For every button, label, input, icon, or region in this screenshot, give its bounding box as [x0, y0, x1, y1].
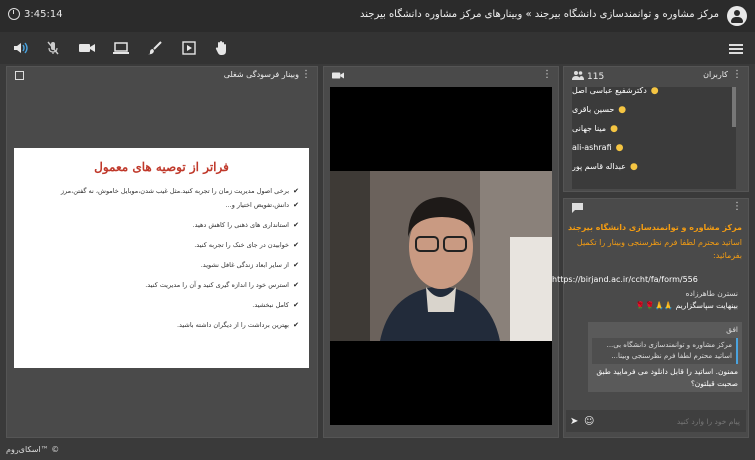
room-title: مرکز مشاوره و توانمندسازی دانشگاه بیرجند…: [360, 9, 719, 20]
announcement-title: مرکز مشاوره و توانمندسازی دانشگاه بیرجند: [568, 223, 742, 232]
slide-bullet: استرس خود را اندازه گیری کنید و آن را مد…: [26, 278, 299, 292]
list-item[interactable]: ● دکترشفیع عباسی اصل: [572, 87, 736, 100]
user-icon: ●: [618, 104, 627, 115]
top-bar: 3:45:14 مرکز مشاوره و توانمندسازی دانشگا…: [0, 0, 755, 32]
users-scrollbar[interactable]: [732, 87, 736, 127]
slide-bullet: بهترین برداشت را از دیگران داشته باشید.: [26, 318, 299, 332]
slide-bullets: برخی اصول مدیریت زمان را تجربه کنید.مثل …: [26, 184, 299, 332]
account-icon[interactable]: [727, 6, 747, 26]
video-more-icon[interactable]: ⋮: [542, 70, 552, 80]
session-clock: 3:45:14: [8, 8, 63, 20]
users-count-group: 115: [572, 70, 604, 83]
user-icon: ●: [610, 123, 618, 134]
chat-more-icon[interactable]: ⋮: [732, 202, 742, 212]
footer-brand: اسکای‌روم™ ©: [6, 445, 60, 454]
slide-bullet: خوابیدن در جای خنک را تجربه کنید.: [26, 238, 299, 252]
slide-bullet: استانداری های ذهنی را کاهش دهید.: [26, 218, 299, 232]
users-list: ● دکترشفیع عباسی اصل ● حسین باقری ● مینا…: [572, 87, 736, 189]
video-header: ⋮: [324, 67, 558, 85]
slide-bullet: از سایر ابعاد زندگی غافل نشوید.: [26, 258, 299, 272]
chat-quote: مرکز مشاوره و توانمندسازی دانشگاه بی... …: [592, 338, 738, 364]
chat-text: ممنون. اساتید را قابل دانلود می فرمایید …: [596, 367, 738, 388]
presentation-more-icon[interactable]: ⋮: [301, 70, 311, 80]
mic-muted-icon[interactable]: [44, 40, 62, 56]
user-icon: ●: [650, 87, 659, 96]
video-camera-icon: [332, 71, 344, 82]
users-more-icon[interactable]: ⋮: [732, 70, 742, 80]
chat-header: ⋮: [564, 199, 748, 217]
users-header: 115 کاربران ⋮: [564, 67, 748, 85]
chat-input[interactable]: [598, 412, 746, 430]
chat-message: نسترن طاهرزاده بینهایت سپاسگزاریم 🙏🙏🌹🌹: [566, 288, 742, 312]
brush-icon[interactable]: [146, 40, 164, 56]
slide-bullet: دانش،تفویض اختیار و...: [26, 198, 299, 212]
clock-icon: [8, 8, 20, 20]
chat-message: افق مرکز مشاوره و توانمندسازی دانشگاه بی…: [588, 322, 742, 392]
chat-input-bar: ➤ ☺: [566, 410, 746, 432]
chat-text: بینهایت سپاسگزاریم 🙏🙏🌹🌹: [635, 301, 738, 310]
list-item[interactable]: ● حسین باقری: [572, 100, 736, 119]
camera-icon[interactable]: [78, 40, 96, 56]
presentation-slide: فراتر از توصیه های معمول برخی اصول مدیری…: [14, 148, 309, 368]
media-icon[interactable]: [180, 40, 198, 56]
list-item[interactable]: ● عبداله قاسم پور: [572, 157, 736, 176]
user-name: مینا جهانی: [572, 124, 607, 133]
quote-line: مرکز مشاوره و توانمندسازی دانشگاه بی...: [606, 341, 732, 349]
emoji-icon[interactable]: ☺: [584, 416, 598, 427]
slide-bullet: کامل نبخشید.: [26, 298, 299, 312]
announcement-link[interactable]: https://birjand.ac.ir/ccht/fa/form/556: [552, 275, 742, 284]
speaker-icon[interactable]: [12, 40, 30, 56]
list-item[interactable]: ● مینا جهانی: [572, 119, 736, 138]
list-item[interactable]: ● ali-ashrafi: [572, 138, 736, 157]
slide-bullet: برخی اصول مدیریت زمان را تجربه کنید.مثل …: [26, 184, 299, 198]
speaker-video-image: [330, 171, 552, 425]
users-count: 115: [587, 71, 605, 82]
user-icon: ●: [615, 142, 624, 153]
presentation-title: وبینار فرسودگی شغلی: [223, 70, 299, 79]
toolbar: [0, 32, 755, 64]
clock-time: 3:45:14: [24, 8, 63, 20]
send-icon[interactable]: ➤: [570, 416, 584, 427]
user-name: دکترشفیع عباسی اصل: [572, 87, 647, 95]
chat-sender: افق: [726, 325, 738, 334]
users-panel: 115 کاربران ⋮ ● دکترشفیع عباسی اصل ● حسی…: [563, 66, 749, 192]
chat-sender: نسترن طاهرزاده: [685, 289, 738, 298]
quote-line: اساتید محترم لطفا فرم نظرسنجی وبینا...: [611, 352, 732, 360]
announcement-link-label: بفرمائید:: [713, 251, 742, 260]
video-feed: [330, 87, 552, 425]
chat-announcement: مرکز مشاوره و توانمندسازی دانشگاه بیرجند…: [566, 222, 742, 262]
user-name: عبداله قاسم پور: [572, 162, 626, 171]
slide-title: فراتر از توصیه های معمول: [94, 160, 229, 174]
user-name: ali-ashrafi: [572, 143, 612, 152]
user-icon: ●: [629, 161, 638, 172]
users-title: کاربران: [703, 70, 728, 79]
user-name: حسین باقری: [572, 105, 615, 114]
menu-icon[interactable]: [729, 44, 743, 54]
hand-icon[interactable]: [213, 40, 231, 56]
screen-share-icon[interactable]: [112, 40, 130, 56]
users-group-icon: [572, 70, 584, 83]
announcement-body: اساتید محترم لطفا فرم نظرسنجی وبینار را …: [576, 238, 742, 247]
presentation-header: وبینار فرسودگی شغلی ⋮: [7, 67, 317, 85]
chat-icon: [572, 203, 583, 215]
presentation-media-icon[interactable]: [15, 71, 24, 80]
